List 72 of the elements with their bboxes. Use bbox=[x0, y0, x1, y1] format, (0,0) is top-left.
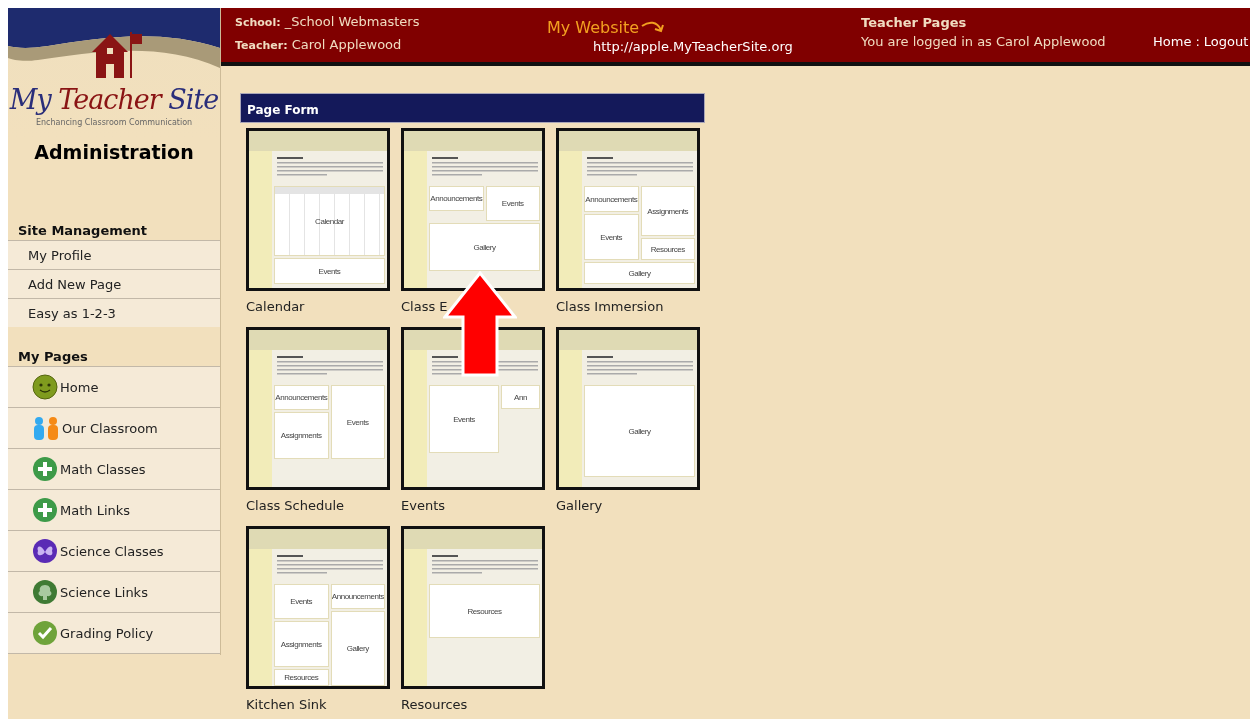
teacher-text: Teacher: Carol Applewood bbox=[235, 37, 403, 52]
template-thumbnail[interactable]: Events Ann bbox=[401, 327, 545, 490]
tree-icon bbox=[32, 579, 58, 605]
content-block: Gallery bbox=[584, 385, 695, 477]
plus-icon bbox=[32, 497, 58, 523]
nav-link[interactable]: Home bbox=[1153, 34, 1192, 62]
sidebar-item[interactable]: Home bbox=[8, 366, 220, 407]
website-link[interactable]: http://apple.MyTeacherSite.org bbox=[593, 39, 793, 54]
template-thumbnail[interactable]: Announcements Events Gallery bbox=[401, 128, 545, 291]
sidebar-item[interactable]: Science Links bbox=[8, 571, 220, 612]
nav-link[interactable]: Logout bbox=[1203, 34, 1249, 62]
template-thumbnail[interactable]: Events Announcements Assignments Gallery Resources bbox=[246, 526, 390, 689]
admin-heading: Administration bbox=[34, 141, 194, 163]
content-block: Gallery bbox=[330, 611, 385, 686]
content-block: Events bbox=[485, 186, 540, 221]
sidebar-item[interactable]: Math Links bbox=[8, 489, 220, 530]
butterfly-icon bbox=[32, 538, 58, 564]
content-block: Resources bbox=[429, 584, 540, 638]
school-text: School: _School Webmasters bbox=[235, 14, 421, 29]
people-icon bbox=[32, 415, 60, 441]
template-label[interactable]: Class Schedule bbox=[246, 498, 345, 513]
house-icon bbox=[90, 30, 142, 80]
template-thumbnail[interactable]: Announcements Assignments Events Resources Gallery bbox=[556, 128, 700, 291]
content-block: Assignments bbox=[274, 621, 329, 667]
content-block: Gallery bbox=[584, 262, 695, 284]
template-label[interactable]: Events bbox=[401, 498, 445, 513]
content-block: Announcements bbox=[330, 584, 385, 609]
content-block: Assignments bbox=[274, 412, 329, 459]
content-block: Events bbox=[274, 258, 385, 284]
content-block: Events bbox=[330, 385, 385, 459]
content-block: Ann bbox=[501, 385, 540, 409]
sidebar-item[interactable]: Grading Policy bbox=[8, 612, 220, 654]
content-block: Announcements bbox=[584, 186, 639, 212]
sidebar-item[interactable]: Science Classes bbox=[8, 530, 220, 571]
content-block: Assignments bbox=[640, 186, 695, 236]
section-heading: Site Management bbox=[17, 222, 149, 240]
smiley-icon bbox=[32, 374, 58, 400]
sidebar-item[interactable]: Our Classroom bbox=[8, 407, 220, 448]
template-thumbnail[interactable]: Gallery bbox=[556, 327, 700, 490]
plus-icon bbox=[32, 456, 58, 482]
section-heading: My Pages bbox=[17, 348, 89, 366]
content-block: Resources bbox=[274, 669, 329, 686]
template-thumbnail[interactable]: Resources bbox=[401, 526, 545, 689]
content-block: Events bbox=[274, 584, 329, 619]
curved-arrow-icon bbox=[641, 20, 666, 35]
content-block: Events bbox=[584, 214, 639, 260]
nav-separator: : bbox=[1195, 34, 1200, 51]
login-status: You are logged in as Carol Applewood bbox=[861, 34, 1107, 49]
logo-tagline: Enchancing Classroom Communication bbox=[34, 118, 194, 127]
template-label[interactable]: Calendar bbox=[246, 299, 305, 314]
content-block: Announcements bbox=[274, 385, 329, 410]
template-label[interactable]: Class Immersion bbox=[556, 299, 664, 314]
calendar-block: Calendar bbox=[274, 186, 385, 256]
logo-text: My Teacher Site bbox=[8, 84, 220, 115]
panel-header: Page Form bbox=[240, 93, 705, 123]
content-block: Announcements bbox=[429, 186, 484, 211]
template-label[interactable]: Gallery bbox=[556, 498, 603, 513]
check-icon bbox=[32, 620, 58, 646]
section-title: Teacher Pages bbox=[861, 15, 968, 30]
sidebar-item[interactable]: Math Classes bbox=[8, 448, 220, 489]
sidebar-item[interactable]: Add New Page bbox=[8, 269, 220, 298]
content-block: Gallery bbox=[429, 223, 540, 271]
template-thumbnail[interactable]: Announcements Events Assignments bbox=[246, 327, 390, 490]
template-label[interactable]: Class E bbox=[401, 299, 448, 314]
content-block: Resources bbox=[640, 238, 695, 260]
website-label: My Website bbox=[547, 18, 640, 37]
sidebar-item[interactable]: My Profile bbox=[8, 240, 220, 269]
template-label[interactable]: Resources bbox=[401, 697, 468, 712]
template-thumbnail[interactable]: Calendar Events bbox=[246, 128, 390, 291]
template-label[interactable]: Kitchen Sink bbox=[246, 697, 327, 712]
sidebar-item[interactable]: Easy as 1-2-3 bbox=[8, 298, 220, 327]
content-block: Events bbox=[429, 385, 500, 453]
